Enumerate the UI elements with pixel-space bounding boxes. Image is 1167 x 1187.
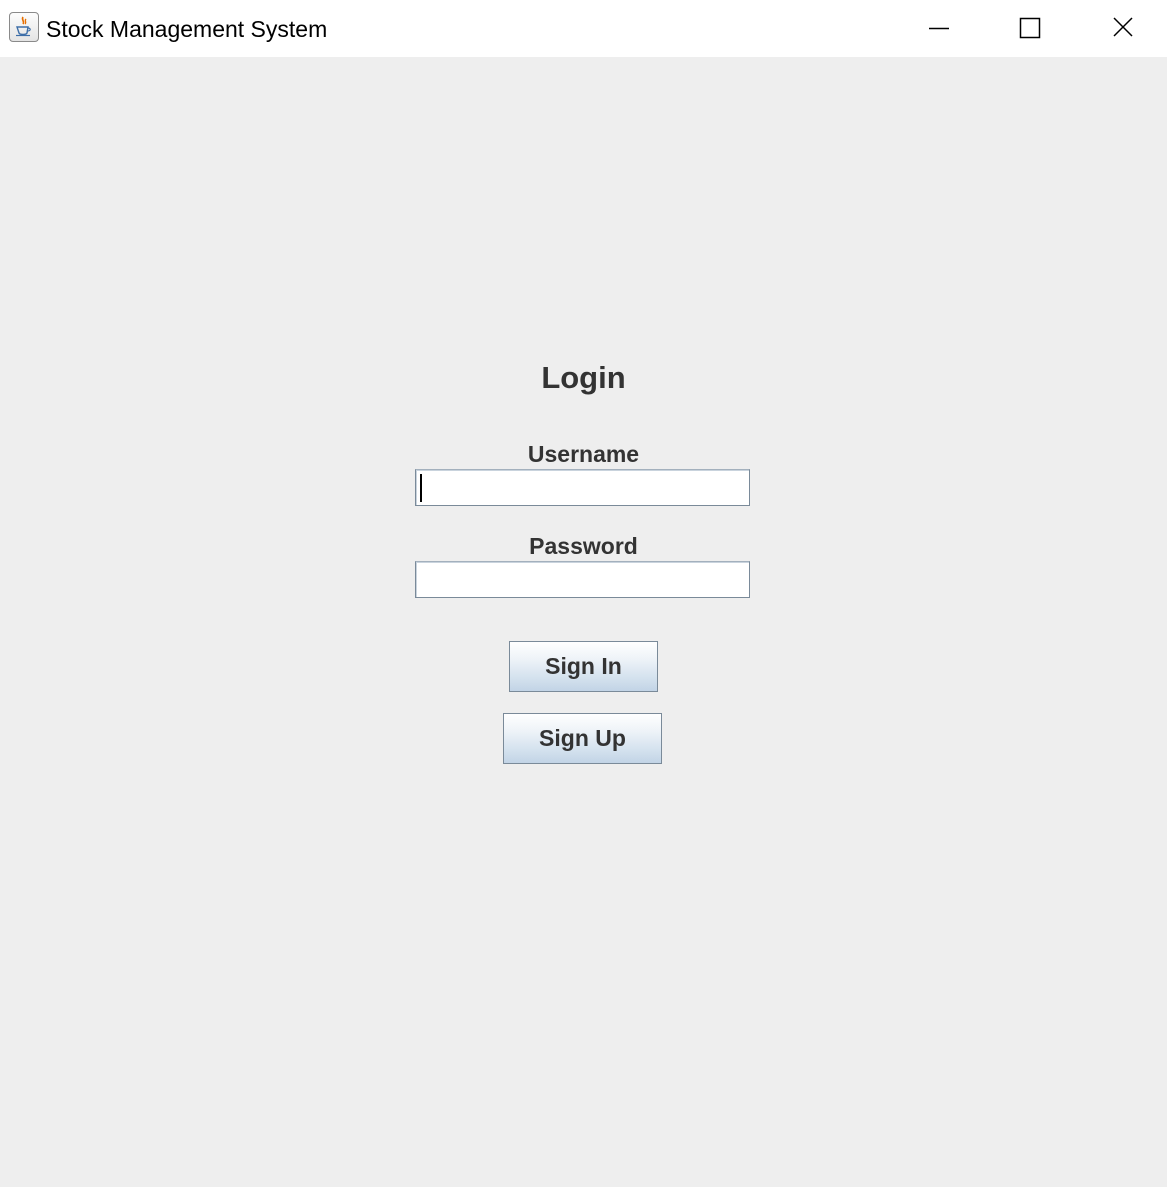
text-caret (420, 474, 422, 502)
maximize-button[interactable] (985, 0, 1077, 57)
java-coffee-cup-icon[interactable] (9, 12, 39, 42)
window-title: Stock Management System (46, 16, 328, 42)
close-icon (1113, 17, 1133, 37)
minimize-icon (929, 27, 949, 30)
maximize-icon (1019, 17, 1041, 39)
sign-up-button[interactable]: Sign Up (503, 713, 662, 764)
username-label: Username (527, 441, 640, 467)
close-button[interactable] (1077, 0, 1167, 57)
password-field[interactable] (415, 561, 750, 598)
app-window: Stock Management System Login Username P… (0, 0, 1167, 1187)
login-heading: Login (541, 360, 626, 395)
password-label: Password (529, 533, 638, 559)
sign-in-button[interactable]: Sign In (509, 641, 658, 692)
minimize-button[interactable] (893, 0, 985, 57)
username-field[interactable] (415, 469, 750, 506)
title-bar[interactable]: Stock Management System (0, 0, 1167, 57)
